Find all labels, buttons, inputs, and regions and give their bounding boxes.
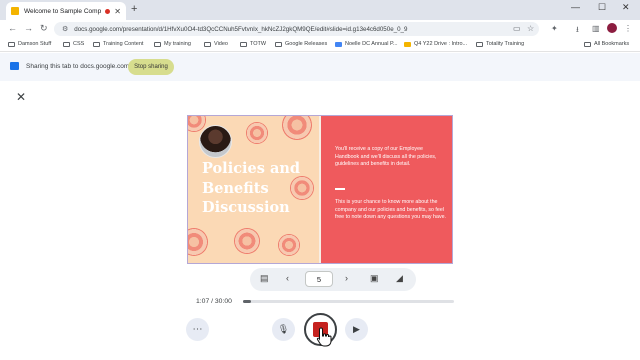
close-icon[interactable]: ✕ [622, 2, 630, 13]
stop-sharing-button[interactable]: Stop sharing [128, 59, 174, 75]
address-bar[interactable]: ⚙ docs.google.com/presentation/d/1HfvXu0… [54, 22, 539, 36]
more-icon: ⋯ [192, 324, 203, 335]
new-tab-icon[interactable]: + [131, 3, 137, 15]
download-icon[interactable]: ⭳ [576, 24, 579, 38]
screen-share-icon [10, 62, 19, 70]
slide-navigation: ▤ ‹ 5 › ▣ ◢ [250, 268, 416, 291]
bookmark-item[interactable]: Damson Stuff [8, 41, 51, 47]
recording-progress-bar [243, 300, 454, 303]
slide-preview: Policies and Benefits Discussion You'll … [187, 115, 453, 264]
bookmark-item[interactable]: CSS [63, 41, 84, 47]
cast-icon[interactable]: ▭ [513, 24, 521, 33]
sharing-message: Sharing this tab to docs.google.com [26, 63, 130, 70]
url-text: docs.google.com/presentation/d/1HfvXu0O4… [74, 25, 408, 33]
folder-icon [584, 41, 591, 47]
folder-icon [8, 41, 15, 47]
grid-view-icon[interactable]: ▣ [370, 273, 379, 284]
speaker-notes-icon[interactable]: ▤ [260, 273, 269, 284]
bookmark-item[interactable]: TOTW [240, 41, 266, 47]
bookmark-item[interactable]: Video [204, 41, 228, 47]
folder-icon [275, 41, 282, 47]
lollipop-decoration [234, 228, 260, 254]
microphone-icon: 🎙 [277, 324, 290, 334]
doc-icon [335, 41, 342, 47]
microphone-button[interactable]: 🎙 [272, 318, 295, 341]
bookmark-item[interactable]: Training Content [93, 41, 143, 47]
all-bookmarks[interactable]: All Bookmarks [584, 41, 629, 47]
minimize-icon[interactable]: — [571, 2, 580, 12]
bookmarks-bar: Damson Stuff CSS Training Content My tra… [0, 38, 640, 52]
slide-number-input[interactable]: 5 [305, 271, 333, 287]
bookmark-item[interactable]: Q4 Y22 Drive : Intro... [404, 41, 467, 47]
bookmark-item[interactable]: Totality Training [476, 41, 524, 47]
camera-button[interactable]: ▶ [345, 318, 368, 341]
tab-strip: Welcome to Sample Comp ✕ + — ☐ ✕ [0, 0, 640, 20]
folder-icon [154, 41, 161, 47]
tab-close-icon[interactable]: ✕ [114, 7, 121, 16]
slides-icon [404, 41, 411, 47]
bookmark-item[interactable]: Google Releases [275, 41, 327, 47]
presenter-photo [199, 125, 232, 158]
reload-icon[interactable]: ↻ [40, 23, 48, 34]
browser-toolbar: ← → ↻ ⚙ docs.google.com/presentation/d/1… [0, 20, 640, 38]
hand-cursor-icon [316, 327, 332, 347]
camera-icon: ▶ [353, 324, 360, 334]
close-presenter-icon[interactable]: ✕ [16, 90, 26, 104]
extensions-icon[interactable]: ✦ [551, 24, 558, 33]
slides-favicon-icon [11, 7, 19, 15]
bookmark-item[interactable]: My training [154, 41, 191, 47]
slide-title: Policies and Benefits Discussion [202, 160, 301, 216]
bookmark-star-icon[interactable]: ☆ [527, 24, 534, 33]
folder-icon [476, 41, 483, 47]
next-slide-icon[interactable]: › [345, 273, 348, 283]
maximize-icon[interactable]: ☐ [598, 2, 606, 13]
recording-timer: 1:07 / 30:00 [196, 298, 232, 305]
site-info-icon[interactable]: ⚙ [62, 25, 68, 33]
slide-right-panel [321, 116, 452, 263]
folder-icon [204, 41, 211, 47]
slide-paragraph: You'll receive a copy of our Employee Ha… [335, 146, 437, 168]
back-icon[interactable]: ← [8, 23, 17, 33]
menu-icon[interactable]: ⋮ [624, 24, 632, 33]
previous-slide-icon[interactable]: ‹ [286, 273, 289, 283]
bookmark-item[interactable]: Noelle DC Annual P... [335, 41, 398, 47]
forward-icon[interactable]: → [24, 23, 33, 33]
slide-paragraph: This is your chance to know more about t… [335, 199, 447, 221]
folder-icon [240, 41, 247, 47]
more-options-button[interactable]: ⋯ [186, 318, 209, 341]
lollipop-decoration [282, 116, 312, 140]
side-panel-icon[interactable]: ▥ [592, 24, 600, 33]
tab-sharing-bar: Sharing this tab to docs.google.com Stop… [0, 53, 640, 81]
profile-avatar[interactable] [607, 23, 617, 33]
lollipop-decoration [188, 228, 208, 256]
lollipop-decoration [278, 234, 300, 256]
slide-left-panel: Policies and Benefits Discussion [188, 116, 321, 263]
tab-title: Welcome to Sample Comp [24, 7, 102, 15]
folder-icon [63, 41, 70, 47]
slide-separator [335, 188, 345, 190]
browser-tab[interactable]: Welcome to Sample Comp ✕ [6, 2, 126, 20]
recording-progress-fill [243, 300, 251, 303]
folder-icon [93, 41, 100, 47]
recording-indicator-icon [105, 8, 111, 14]
lollipop-decoration [246, 122, 268, 144]
fullscreen-icon[interactable]: ◢ [396, 273, 403, 284]
